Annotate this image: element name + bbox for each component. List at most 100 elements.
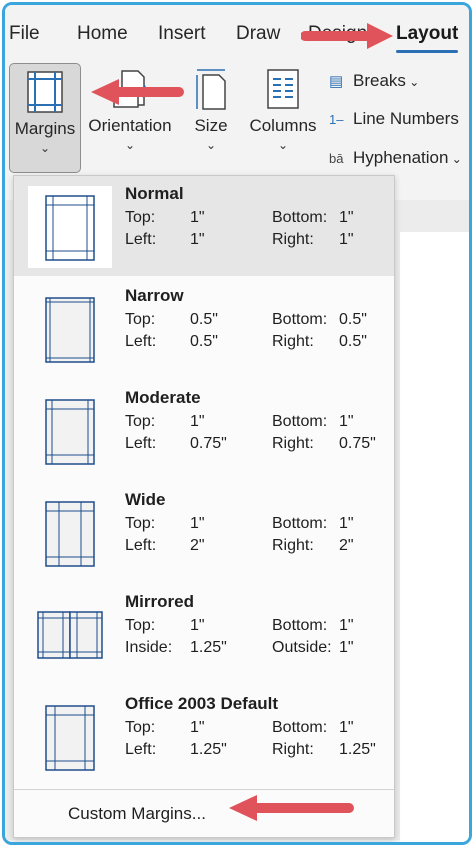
page-thumbnail-icon (28, 492, 112, 574)
breaks-button[interactable]: ▤ Breaks ⌄ (329, 71, 419, 91)
annotation-arrow-left (229, 795, 354, 821)
line-numbers-button[interactable]: 1– Line Numbers (329, 109, 459, 129)
option-value: 1" (339, 413, 354, 430)
chevron-down-icon: ⌄ (39, 141, 51, 155)
chevron-down-icon: ⌄ (448, 152, 462, 166)
tab-home[interactable]: Home (77, 23, 128, 45)
breaks-icon: ▤ (329, 73, 344, 90)
option-value: 1" (190, 209, 205, 226)
option-key: Top: (125, 719, 156, 736)
option-key: Top: (125, 413, 156, 430)
option-key: Inside: (125, 639, 173, 656)
option-value: 0.75" (190, 435, 227, 452)
option-value: 1" (190, 413, 205, 430)
margin-option-moderate[interactable]: Moderate Top: 1" Bottom: 1" Left: 0.75" … (14, 380, 394, 480)
option-key: Right: (272, 537, 314, 554)
page-thumbnail-icon (28, 594, 112, 676)
tab-draw[interactable]: Draw (236, 23, 280, 45)
option-value: 1" (339, 231, 354, 248)
option-value: 1" (190, 515, 205, 532)
columns-button[interactable]: Columns ⌄ (245, 67, 321, 152)
option-value: 1.25" (190, 639, 227, 656)
option-value: 1" (190, 231, 205, 248)
page-thumbnail-icon (28, 696, 112, 778)
menu-divider (14, 789, 394, 790)
option-value: 0.5" (190, 311, 218, 328)
option-value: 1" (190, 719, 205, 736)
hyphenation-button[interactable]: bā Hyphenation ⌄ (329, 148, 462, 168)
option-key: Left: (125, 741, 157, 758)
document-page[interactable] (400, 232, 469, 842)
size-label: Size (194, 116, 228, 135)
option-key: Bottom: (272, 515, 328, 532)
page-thumbnail-icon (28, 288, 112, 370)
option-key: Top: (125, 617, 156, 634)
annotation-arrow-right (301, 23, 393, 49)
option-key: Bottom: (272, 617, 328, 634)
option-value: 1" (339, 719, 354, 736)
menu-bar: File Home Insert Draw Design Layout (5, 5, 469, 59)
option-value: 1" (339, 639, 354, 656)
size-button[interactable]: Size ⌄ (188, 67, 234, 152)
hyphenation-icon: bā (329, 151, 344, 166)
option-value: 1" (339, 617, 354, 634)
line-numbers-label: Line Numbers (353, 109, 459, 128)
window-frame: File Home Insert Draw Design Layout Marg… (2, 2, 472, 845)
option-key: Top: (125, 311, 156, 328)
option-value: 1.25" (339, 741, 376, 758)
annotation-arrow-left (91, 79, 184, 105)
chevron-down-icon: ⌄ (124, 138, 136, 152)
option-name: Normal (125, 184, 184, 203)
line-numbers-icon: 1– (329, 112, 344, 127)
option-value: 0.5" (190, 333, 218, 350)
hyphenation-label: Hyphenation (353, 148, 449, 167)
orientation-label: Orientation (88, 116, 172, 135)
option-key: Right: (272, 741, 314, 758)
columns-icon (267, 69, 299, 109)
tab-layout[interactable]: Layout (396, 23, 459, 53)
chevron-down-icon: ⌄ (205, 138, 217, 152)
option-value: 1.25" (190, 741, 227, 758)
option-value: 2" (339, 537, 354, 554)
option-value: 0.75" (339, 435, 376, 452)
margin-option-mirrored[interactable]: Mirrored Top: 1" Bottom: 1" Inside: 1.25… (14, 584, 394, 684)
size-icon (196, 69, 226, 110)
columns-label: Columns (249, 116, 317, 135)
tab-insert[interactable]: Insert (158, 23, 206, 45)
margin-option-narrow[interactable]: Narrow Top: 0.5" Bottom: 0.5" Left: 0.5"… (14, 278, 394, 378)
chevron-down-icon: ⌄ (405, 75, 420, 89)
option-key: Top: (125, 209, 156, 226)
margin-option-normal[interactable]: Normal Top: 1" Bottom: 1" Left: 1" Right… (14, 176, 394, 276)
option-key: Right: (272, 231, 314, 248)
option-name: Mirrored (125, 592, 194, 611)
option-name: Office 2003 Default (125, 694, 279, 713)
margins-dropdown: Normal Top: 1" Bottom: 1" Left: 1" Right… (13, 175, 395, 838)
margin-option-office-2003-default[interactable]: Office 2003 Default Top: 1" Bottom: 1" L… (14, 686, 394, 786)
margins-icon (27, 71, 63, 113)
breaks-label: Breaks (353, 71, 406, 90)
option-value: 2" (190, 537, 205, 554)
option-key: Top: (125, 515, 156, 532)
tab-file[interactable]: File (9, 23, 40, 45)
option-key: Bottom: (272, 719, 328, 736)
option-value: 0.5" (339, 311, 367, 328)
option-name: Moderate (125, 388, 201, 407)
margins-button[interactable]: Margins ⌄ (9, 63, 81, 173)
option-value: 1" (339, 515, 354, 532)
option-name: Wide (125, 490, 166, 509)
option-key: Outside: (272, 639, 332, 656)
option-key: Left: (125, 435, 157, 452)
option-key: Left: (125, 231, 157, 248)
margin-option-wide[interactable]: Wide Top: 1" Bottom: 1" Left: 2" Right: … (14, 482, 394, 582)
option-key: Right: (272, 435, 314, 452)
option-key: Bottom: (272, 311, 328, 328)
option-value: 1" (190, 617, 205, 634)
option-name: Narrow (125, 286, 184, 305)
option-key: Bottom: (272, 413, 328, 430)
option-value: 1" (339, 209, 354, 226)
option-key: Bottom: (272, 209, 328, 226)
custom-margins-button[interactable]: Custom Margins... (68, 804, 206, 824)
page-thumbnail-icon (28, 186, 112, 268)
option-key: Left: (125, 333, 157, 350)
chevron-down-icon: ⌄ (277, 138, 289, 152)
